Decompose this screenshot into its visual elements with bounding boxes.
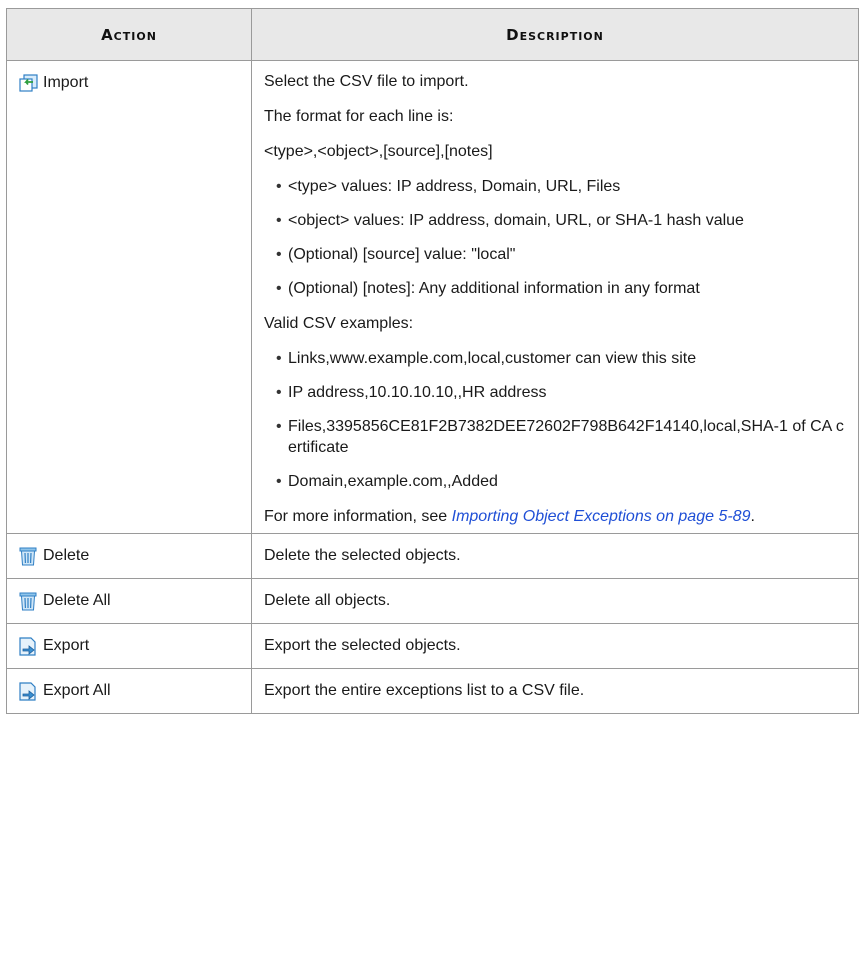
export-all-label: Export All bbox=[43, 682, 111, 699]
header-row: Action Description bbox=[6, 8, 859, 61]
more-info-text: For more information, see Importing Obje… bbox=[264, 506, 848, 527]
action-cell: Delete All bbox=[6, 578, 252, 624]
export-all-description: Export the entire exceptions list to a C… bbox=[264, 682, 585, 699]
delete-all-action[interactable]: Delete All bbox=[7, 579, 251, 611]
import-select-text: Select the CSV file to import. bbox=[264, 73, 469, 90]
export-icon bbox=[19, 682, 36, 701]
list-item: Domain,example.com,,Added bbox=[276, 471, 848, 492]
import-label: Import bbox=[43, 74, 89, 91]
delete-label: Delete bbox=[43, 547, 90, 564]
list-item: Files,3395856CE81F2B7382DEE72602F798B642… bbox=[276, 416, 848, 458]
list-item: (Optional) [notes]: Any additional infor… bbox=[276, 278, 848, 299]
delete-description: Delete the selected objects. bbox=[264, 547, 461, 564]
action-cell: Import bbox=[6, 60, 252, 534]
trash-icon bbox=[19, 547, 37, 566]
list-item: <type> values: IP address, Domain, URL, … bbox=[276, 176, 848, 197]
import-action[interactable]: Import bbox=[7, 61, 251, 93]
actions-table: Action Description Import Select the CSV… bbox=[6, 8, 859, 714]
delete-action[interactable]: Delete bbox=[7, 534, 251, 566]
description-cell: Export the entire exceptions list to a C… bbox=[251, 668, 859, 714]
list-item: (Optional) [source] value: "local" bbox=[276, 244, 848, 265]
table-row-delete-all: Delete All Delete all objects. bbox=[6, 578, 859, 624]
table-row-import: Import Select the CSV file to import. Th… bbox=[6, 60, 859, 534]
list-item: Links,www.example.com,local,customer can… bbox=[276, 348, 848, 369]
action-column-header: Action bbox=[6, 8, 252, 61]
export-all-action[interactable]: Export All bbox=[7, 669, 251, 701]
description-cell: Delete the selected objects. bbox=[251, 533, 859, 579]
more-info-prefix: For more information, see bbox=[264, 508, 452, 525]
import-format-line: <type>,<object>,[source],[notes] bbox=[264, 143, 493, 160]
description-column-header: Description bbox=[251, 8, 859, 61]
table-row-export: Export Export the selected objects. bbox=[6, 623, 859, 669]
format-bullet-list: <type> values: IP address, Domain, URL, … bbox=[264, 176, 848, 299]
export-icon bbox=[19, 637, 36, 656]
list-item: <object> values: IP address, domain, URL… bbox=[276, 210, 848, 231]
description-cell: Select the CSV file to import. The forma… bbox=[251, 60, 859, 534]
list-item: IP address,10.10.10.10,,HR address bbox=[276, 382, 848, 403]
importing-exceptions-link[interactable]: Importing Object Exceptions on page 5-89 bbox=[452, 508, 751, 525]
table-row-delete: Delete Delete the selected objects. bbox=[6, 533, 859, 579]
export-description: Export the selected objects. bbox=[264, 637, 461, 654]
description-cell: Delete all objects. bbox=[251, 578, 859, 624]
table-row-export-all: Export All Export the entire exceptions … bbox=[6, 668, 859, 714]
examples-intro: Valid CSV examples: bbox=[264, 315, 414, 332]
action-cell: Export bbox=[6, 623, 252, 669]
import-icon bbox=[19, 74, 38, 92]
examples-bullet-list: Links,www.example.com,local,customer can… bbox=[264, 348, 848, 492]
export-label: Export bbox=[43, 637, 90, 654]
delete-all-label: Delete All bbox=[43, 592, 111, 609]
export-action[interactable]: Export bbox=[7, 624, 251, 656]
import-format-intro: The format for each line is: bbox=[264, 108, 454, 125]
delete-all-description: Delete all objects. bbox=[264, 592, 391, 609]
more-info-suffix: . bbox=[750, 508, 755, 525]
action-cell: Export All bbox=[6, 668, 252, 714]
trash-icon bbox=[19, 592, 37, 611]
action-cell: Delete bbox=[6, 533, 252, 579]
description-cell: Export the selected objects. bbox=[251, 623, 859, 669]
